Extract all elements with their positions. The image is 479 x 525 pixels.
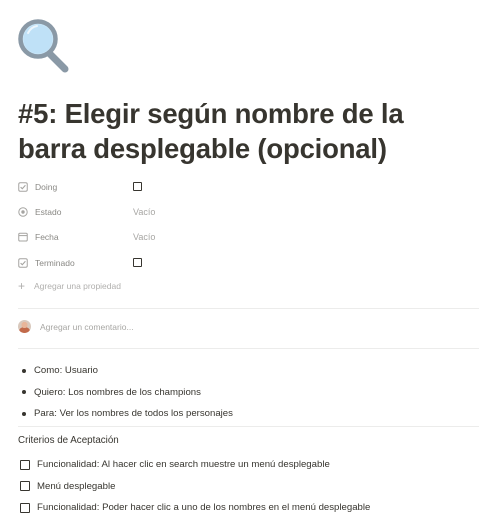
todo-item-text[interactable]: Funcionalidad: Al hacer clic en search m…: [37, 459, 330, 470]
page: #5: Elegir según nombre de la barra desp…: [0, 0, 479, 525]
page-title[interactable]: #5: Elegir según nombre de la barra desp…: [18, 96, 473, 166]
property-name[interactable]: Estado: [18, 207, 133, 217]
todo-checkbox[interactable]: [20, 502, 30, 513]
list-item-text: Quiero: Los nombres de los champions: [34, 386, 201, 398]
list-item[interactable]: Como: Usuario: [20, 360, 233, 382]
todo-checkbox[interactable]: [20, 459, 30, 470]
todo-item: Funcionalidad: Poder hacer clic a uno de…: [20, 497, 370, 519]
property-label: Terminado: [35, 257, 75, 268]
todo-item: Menú desplegable: [20, 476, 370, 498]
property-name[interactable]: Fecha: [18, 232, 133, 242]
property-checkbox[interactable]: [133, 182, 142, 192]
comment-input[interactable]: Agregar un comentario...: [18, 320, 134, 333]
add-property-button[interactable]: + Agregar una propiedad: [18, 280, 121, 292]
plus-icon: +: [18, 279, 26, 293]
property-row-estado[interactable]: Estado Vacío: [18, 199, 458, 224]
checkbox-property-icon: [18, 181, 28, 192]
list-item[interactable]: Para: Ver los nombres de todos los perso…: [20, 403, 233, 425]
property-label: Doing: [35, 181, 58, 192]
comment-placeholder: Agregar un comentario...: [40, 321, 134, 332]
add-property-label: Agregar una propiedad: [34, 281, 121, 291]
properties-list: Doing Estado Vacío Fecha Vacío Terminado: [18, 174, 458, 276]
property-value[interactable]: Vacío: [133, 207, 155, 217]
avatar: [18, 320, 31, 333]
property-label: Fecha: [35, 232, 59, 243]
todo-checkbox[interactable]: [20, 481, 30, 492]
property-row-doing[interactable]: Doing: [18, 174, 458, 199]
bullet-icon: [22, 368, 26, 373]
list-item-text: Para: Ver los nombres de todos los perso…: [34, 408, 233, 420]
property-name[interactable]: Terminado: [18, 258, 133, 268]
todo-list: Funcionalidad: Al hacer clic en search m…: [20, 454, 370, 519]
magnifying-glass-icon[interactable]: [16, 18, 72, 74]
property-checkbox[interactable]: [133, 258, 142, 268]
property-row-fecha[interactable]: Fecha Vacío: [18, 225, 458, 250]
list-item[interactable]: Quiero: Los nombres de los champions: [20, 382, 233, 404]
list-item-text: Como: Usuario: [34, 365, 98, 377]
section-heading[interactable]: Criterios de Aceptación: [18, 435, 119, 446]
divider: [18, 348, 479, 349]
property-value[interactable]: Vacío: [133, 232, 155, 242]
bulleted-list: Como: Usuario Quiero: Los nombres de los…: [20, 360, 233, 425]
checkbox-property-icon: [18, 258, 28, 268]
bullet-icon: [22, 411, 26, 416]
todo-item-text[interactable]: Menú desplegable: [37, 481, 115, 492]
todo-item-text[interactable]: Funcionalidad: Poder hacer clic a uno de…: [37, 502, 370, 513]
divider: [18, 426, 479, 427]
divider: [18, 308, 479, 309]
property-label: Estado: [35, 207, 62, 218]
property-row-terminado[interactable]: Terminado: [18, 250, 458, 275]
status-property-icon: [18, 207, 28, 217]
todo-item: Funcionalidad: Al hacer clic en search m…: [20, 454, 370, 476]
property-name[interactable]: Doing: [18, 182, 133, 192]
calendar-property-icon: [18, 232, 28, 243]
bullet-icon: [22, 390, 26, 395]
